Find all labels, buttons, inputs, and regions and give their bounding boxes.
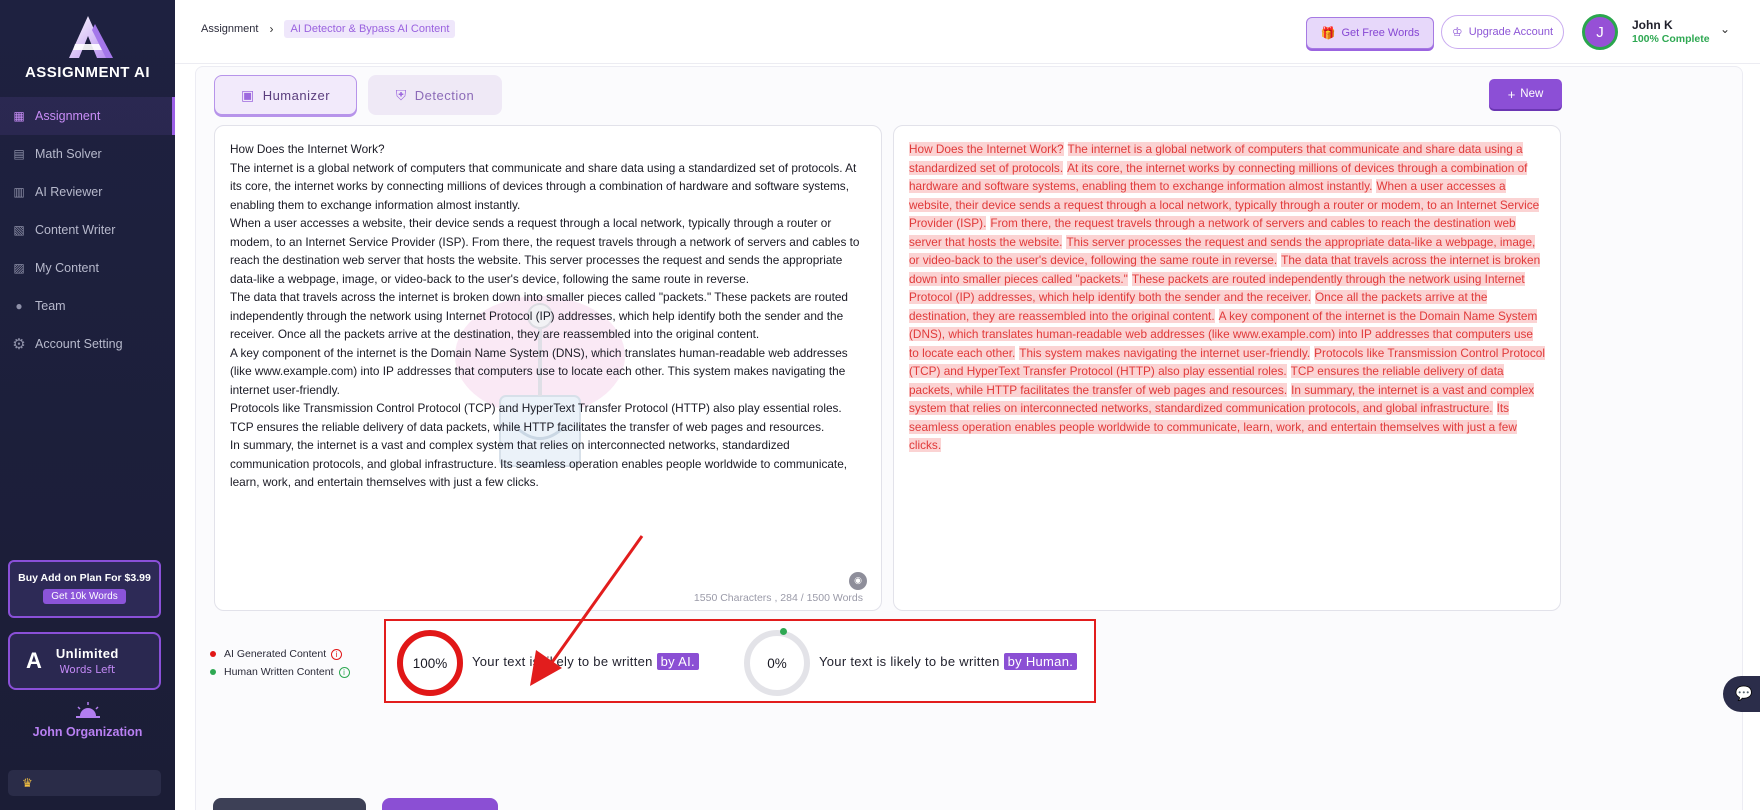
crown-icon: ♔ bbox=[1451, 25, 1463, 39]
input-paragraph: How Does the Internet Work? bbox=[230, 142, 385, 156]
sidebar-nav: ▦ Assignment ▤ Math Solver ▥ AI Reviewer… bbox=[0, 97, 175, 363]
info-icon[interactable]: i bbox=[331, 648, 343, 660]
input-paragraph: The data that travels across the interne… bbox=[230, 290, 848, 341]
breadcrumb-assignment[interactable]: Assignment bbox=[201, 23, 258, 35]
logo-text: ASSIGNMENT AI bbox=[24, 64, 151, 81]
top-header: Assignment › AI Detector & Bypass AI Con… bbox=[175, 0, 1760, 64]
profile-completion: 100% Complete bbox=[1632, 33, 1710, 45]
result-legend: AI Generated Content i Human Written Con… bbox=[210, 645, 350, 681]
robot-icon: ▣ bbox=[240, 86, 255, 103]
crown-icon: ♛ bbox=[22, 776, 33, 790]
sidebar-item-label: Assignment bbox=[35, 109, 101, 123]
organization-name: John Organization bbox=[32, 725, 143, 739]
detection-results: 100% Your text is likely to be written b… bbox=[384, 619, 1096, 703]
bottom-action-button[interactable] bbox=[213, 798, 366, 810]
ai-percentage-gauge: 100% bbox=[397, 630, 463, 696]
get-free-words-button[interactable]: 🎁 Get Free Words bbox=[1306, 17, 1434, 49]
chat-icon[interactable]: 💬 bbox=[1723, 676, 1760, 712]
gift-icon: 🎁 bbox=[1320, 26, 1336, 40]
ai-highlight-segment: How Does the Internet Work? bbox=[909, 142, 1064, 156]
shield-icon: ⛨ bbox=[395, 86, 407, 103]
calculator-icon: ▤ bbox=[13, 147, 25, 161]
addon-promo-card[interactable]: Buy Add on Plan For $3.99 Get 10k Words bbox=[8, 560, 161, 618]
sidebar-item-label: Math Solver bbox=[35, 147, 102, 161]
sidebar-item-label: Content Writer bbox=[35, 223, 116, 237]
plus-icon: + bbox=[1507, 86, 1516, 102]
get-free-words-label: Get Free Words bbox=[1341, 27, 1420, 39]
tab-detection-label: Detection bbox=[414, 87, 475, 103]
sidebar: ASSIGNMENT AI ▦ Assignment ▤ Math Solver… bbox=[0, 0, 175, 810]
upgrade-account-label: Upgrade Account bbox=[1468, 26, 1554, 38]
breadcrumb-chevron-icon: › bbox=[269, 22, 274, 36]
document-icon: ▥ bbox=[13, 185, 25, 199]
input-paragraph: The internet is a global network of comp… bbox=[230, 160, 857, 212]
new-button-label: New bbox=[1520, 88, 1544, 100]
assistant-icon[interactable]: ◉ bbox=[849, 572, 867, 590]
sidebar-item-label: Team bbox=[35, 299, 66, 313]
chevron-down-icon[interactable]: ⌄ bbox=[1720, 22, 1730, 36]
sidebar-item-math-solver[interactable]: ▤ Math Solver bbox=[0, 135, 175, 173]
words-left-label: Words Left bbox=[59, 664, 116, 676]
assignment-icon: ▦ bbox=[13, 109, 25, 123]
sidebar-item-ai-reviewer[interactable]: ▥ AI Reviewer bbox=[0, 173, 175, 211]
upgrade-account-button[interactable]: ♔ Upgrade Account bbox=[1441, 15, 1564, 49]
logo-a-icon: A bbox=[26, 648, 42, 673]
ai-highlight-segment: This system makes navigating the interne… bbox=[1019, 345, 1311, 360]
gear-icon: ⚙ bbox=[12, 336, 26, 353]
input-paragraph: Protocols like Transmission Control Prot… bbox=[230, 401, 842, 434]
highlighted-output-text: How Does the Internet Work? The internet … bbox=[909, 140, 1545, 455]
new-button[interactable]: + New bbox=[1489, 79, 1562, 109]
legend-ai-label: AI Generated Content bbox=[224, 648, 327, 660]
sidebar-item-label: AI Reviewer bbox=[35, 185, 103, 199]
avatar[interactable]: J bbox=[1582, 14, 1618, 50]
breadcrumb-current: AI Detector & Bypass AI Content bbox=[284, 20, 456, 38]
human-result-label: Your text is likely to be written bbox=[819, 654, 1000, 669]
plan-bar[interactable]: ♛ bbox=[8, 770, 161, 796]
input-paragraph: When a user accesses a website, their de… bbox=[230, 216, 860, 286]
legend-human-label: Human Written Content bbox=[224, 666, 334, 678]
sidebar-item-content-writer[interactable]: ▧ Content Writer bbox=[0, 211, 175, 249]
sidebar-item-team[interactable]: ● Team bbox=[0, 287, 175, 325]
organization[interactable]: John Organization bbox=[0, 702, 175, 739]
input-paragraph: In summary, the internet is a vast and c… bbox=[230, 438, 848, 489]
info-icon[interactable]: i bbox=[338, 666, 350, 678]
bottom-primary-button[interactable] bbox=[382, 798, 498, 810]
sidebar-item-assignment[interactable]: ▦ Assignment bbox=[0, 97, 175, 135]
legend-human: Human Written Content i bbox=[210, 663, 350, 681]
team-icon: ● bbox=[15, 299, 23, 313]
human-result-badge: by Human. bbox=[1003, 653, 1078, 670]
human-result-text: Your text is likely to be written by Hum… bbox=[819, 653, 1078, 670]
user-name[interactable]: John K bbox=[1632, 18, 1673, 32]
sidebar-item-account-setting[interactable]: ⚙ Account Setting bbox=[0, 325, 175, 363]
input-paragraph: A key component of the internet is the D… bbox=[230, 345, 848, 397]
legend-ai: AI Generated Content i bbox=[210, 645, 350, 663]
sidebar-item-label: My Content bbox=[35, 261, 99, 275]
logo[interactable]: ASSIGNMENT AI bbox=[0, 14, 175, 81]
character-count: 1550 Characters , 284 / 1500 Words bbox=[693, 592, 863, 604]
sidebar-item-my-content[interactable]: ▨ My Content bbox=[0, 249, 175, 287]
tab-humanizer-label: Humanizer bbox=[262, 87, 331, 103]
breadcrumb: Assignment › AI Detector & Bypass AI Con… bbox=[201, 20, 456, 38]
sunrise-icon bbox=[75, 702, 100, 718]
human-percentage-gauge: 0% bbox=[744, 628, 810, 696]
humanizer-panel: ▣ Humanizer ⛨ Detection + New How Does t… bbox=[195, 66, 1743, 810]
sidebar-item-label: Account Setting bbox=[35, 337, 123, 351]
gauge-indicator-icon bbox=[780, 628, 787, 635]
tab-detection[interactable]: ⛨ Detection bbox=[368, 75, 502, 115]
human-dot-icon bbox=[210, 669, 216, 675]
tab-humanizer[interactable]: ▣ Humanizer bbox=[214, 75, 357, 115]
annotation-arrow-icon bbox=[530, 535, 644, 686]
get-10k-words-button[interactable]: Get 10k Words bbox=[43, 589, 126, 604]
unlimited-title: Unlimited bbox=[55, 646, 119, 661]
folder-icon: ▨ bbox=[13, 261, 25, 275]
clipboard-icon: ▧ bbox=[13, 223, 25, 237]
detection-output: How Does the Internet Work? The internet … bbox=[893, 125, 1561, 611]
human-percentage-value: 0% bbox=[767, 655, 787, 671]
input-text[interactable]: How Does the Internet Work? The internet… bbox=[230, 140, 866, 492]
promo-title: Buy Add on Plan For $3.99 bbox=[18, 572, 151, 584]
logo-mark-icon bbox=[61, 14, 115, 62]
ai-result-badge: by AI. bbox=[656, 653, 699, 670]
words-left-card: A Unlimited Words Left bbox=[8, 632, 161, 690]
ai-dot-icon bbox=[210, 651, 216, 657]
